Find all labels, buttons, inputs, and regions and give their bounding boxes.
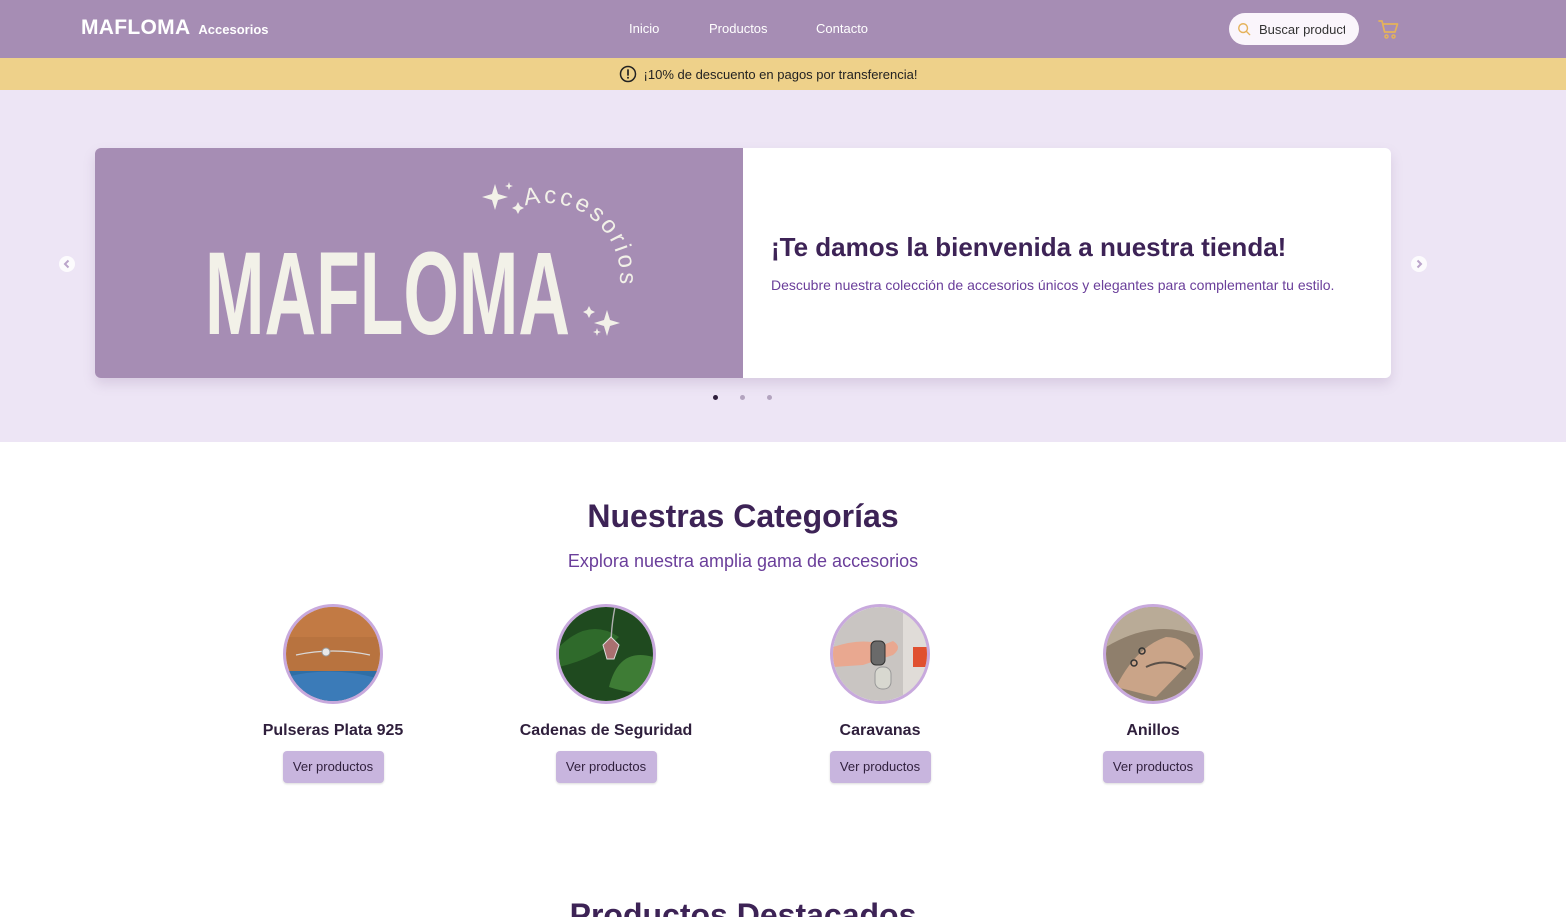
- carousel-dot-1[interactable]: [713, 395, 718, 400]
- search-input[interactable]: [1259, 21, 1345, 37]
- categories-title: Nuestras Categorías: [587, 498, 899, 534]
- view-products-button[interactable]: Ver productos: [555, 751, 657, 783]
- category-image[interactable]: [830, 604, 930, 704]
- brand-subtitle: Accesorios: [198, 22, 269, 37]
- search-icon: [1238, 23, 1251, 36]
- category-card-caravanas: Caravanas Ver productos: [770, 604, 990, 783]
- view-products-button[interactable]: Ver productos: [829, 751, 931, 783]
- brand-name: MAFLOMA: [81, 16, 191, 39]
- category-name: Anillos: [1126, 722, 1180, 739]
- search-box[interactable]: [1229, 13, 1359, 45]
- category-image[interactable]: [1103, 604, 1203, 704]
- nav-contacto[interactable]: Contacto: [816, 21, 868, 36]
- carousel-next-button[interactable]: [1411, 256, 1427, 272]
- top-header: MAFLOMA Accesorios Inicio Productos Cont…: [0, 0, 1566, 58]
- nav-productos[interactable]: Productos: [709, 21, 768, 36]
- chevron-left-icon: [63, 259, 70, 269]
- category-card-pulseras: Pulseras Plata 925 Ver productos: [223, 604, 443, 783]
- hero-carousel: MAFLOMA Accesorios ¡Te damos la bienveni…: [0, 90, 1566, 442]
- carousel-dot-3[interactable]: [767, 395, 772, 400]
- view-products-button[interactable]: Ver productos: [282, 751, 384, 783]
- carousel-slide: MAFLOMA Accesorios ¡Te damos la bienveni…: [95, 148, 1391, 378]
- carousel-dot-2[interactable]: [740, 395, 745, 400]
- hero-description: Descubre nuestra colección de accesorios…: [771, 277, 1335, 293]
- promo-text: ¡10% de descuento en pagos por transfere…: [643, 66, 918, 82]
- hero-title: ¡Te damos la bienvenida a nuestra tienda…: [771, 232, 1287, 262]
- svg-text:MAFLOMA: MAFLOMA: [205, 228, 570, 360]
- alert-circle-icon: [619, 65, 636, 83]
- chevron-right-icon: [1416, 259, 1423, 269]
- category-card-anillos: Anillos Ver productos: [1043, 604, 1263, 783]
- slide-content: ¡Te damos la bienvenida a nuestra tienda…: [743, 148, 1391, 378]
- view-products-button[interactable]: Ver productos: [1102, 751, 1204, 783]
- brand-logo[interactable]: MAFLOMA Accesorios: [81, 16, 269, 40]
- nav-inicio[interactable]: Inicio: [629, 21, 659, 36]
- cart-icon[interactable]: [1377, 17, 1401, 41]
- category-image[interactable]: [556, 604, 656, 704]
- featured-products-title: Productos Destacados: [569, 897, 917, 917]
- category-name: Caravanas: [839, 722, 921, 739]
- hero-logo-image: MAFLOMA Accesorios: [95, 148, 743, 378]
- category-image[interactable]: [283, 604, 383, 704]
- category-name: Pulseras Plata 925: [262, 722, 404, 739]
- promo-banner: ¡10% de descuento en pagos por transfere…: [0, 58, 1566, 90]
- mafloma-logo-art: MAFLOMA Accesorios: [205, 182, 638, 360]
- carousel-prev-button[interactable]: [59, 256, 75, 272]
- category-card-cadenas: Cadenas de Seguridad Ver productos: [496, 604, 716, 783]
- category-name: Cadenas de Seguridad: [519, 722, 693, 739]
- categories-subtitle: Explora nuestra amplia gama de accesorio…: [567, 551, 919, 571]
